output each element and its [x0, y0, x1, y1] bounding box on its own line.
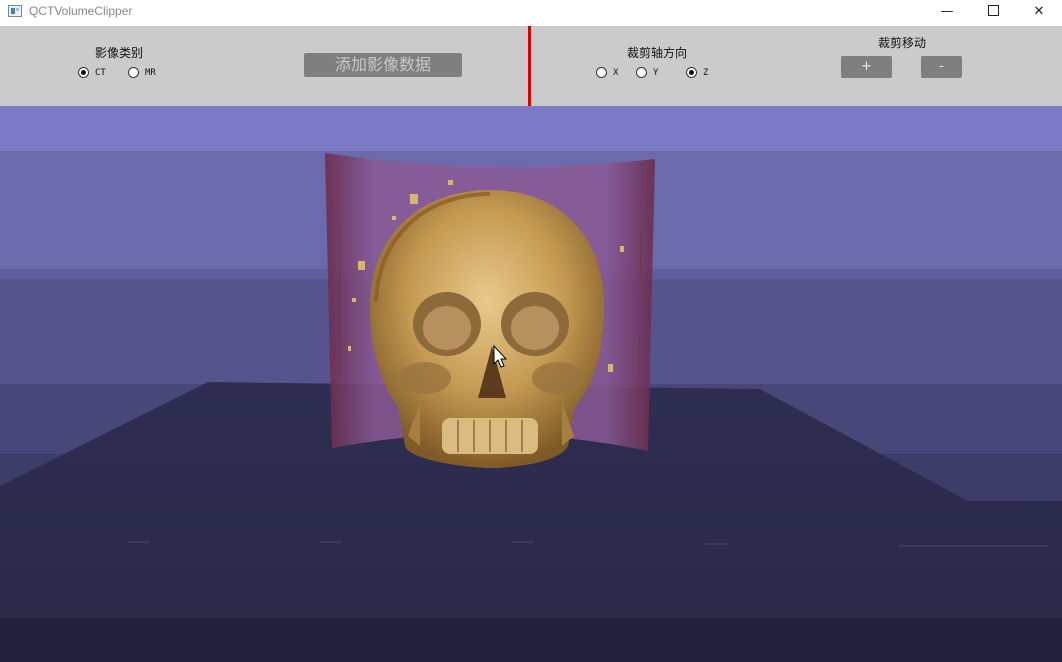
floor-shadow — [0, 618, 1062, 662]
clip-move-plus-button[interactable]: + — [841, 56, 892, 78]
radio-axis-y[interactable]: Y — [636, 67, 658, 78]
close-icon: ✕ — [1033, 4, 1045, 19]
clip-move-label: 裁剪移动 — [878, 36, 927, 50]
radio-axis-z[interactable]: Z — [686, 67, 708, 78]
radio-mr-label: MR — [145, 67, 156, 78]
skull-volume — [370, 190, 604, 468]
render-viewport[interactable] — [0, 106, 1062, 662]
radio-ct[interactable]: CT — [78, 67, 106, 78]
maximize-icon — [987, 5, 999, 16]
radio-axis-x-indicator — [596, 67, 607, 78]
control-panel: 影像类别 CT MR 添加影像数据 裁剪轴方向 X Y Z 裁剪移动 + - — [0, 26, 1062, 106]
radio-axis-y-label: Y — [653, 67, 659, 78]
clip-move-minus-button[interactable]: - — [921, 56, 962, 78]
radio-axis-z-indicator — [686, 67, 697, 78]
radio-ct-indicator — [78, 67, 89, 78]
radio-axis-z-label: Z — [703, 67, 709, 78]
radio-axis-x[interactable]: X — [596, 67, 618, 78]
radio-axis-y-indicator — [636, 67, 647, 78]
clip-axis-label: 裁剪轴方向 — [627, 46, 688, 60]
maximize-button[interactable] — [970, 0, 1016, 26]
close-button[interactable]: ✕ — [1016, 0, 1062, 26]
radio-mr[interactable]: MR — [128, 67, 156, 78]
add-image-data-button[interactable]: 添加影像数据 — [304, 53, 462, 77]
bg-band — [0, 106, 1062, 151]
volume-render-scene — [0, 106, 1062, 662]
image-type-label: 影像类别 — [95, 46, 144, 60]
radio-axis-x-label: X — [613, 67, 619, 78]
app-icon — [8, 5, 22, 17]
minimize-icon: — — [940, 4, 954, 19]
radio-mr-indicator — [128, 67, 139, 78]
title-bar: QCTVolumeClipper — ✕ — [0, 0, 1062, 26]
panel-divider — [528, 26, 531, 106]
window-title: QCTVolumeClipper — [29, 4, 133, 18]
minimize-button[interactable]: — — [924, 0, 970, 26]
radio-ct-label: CT — [95, 67, 106, 78]
